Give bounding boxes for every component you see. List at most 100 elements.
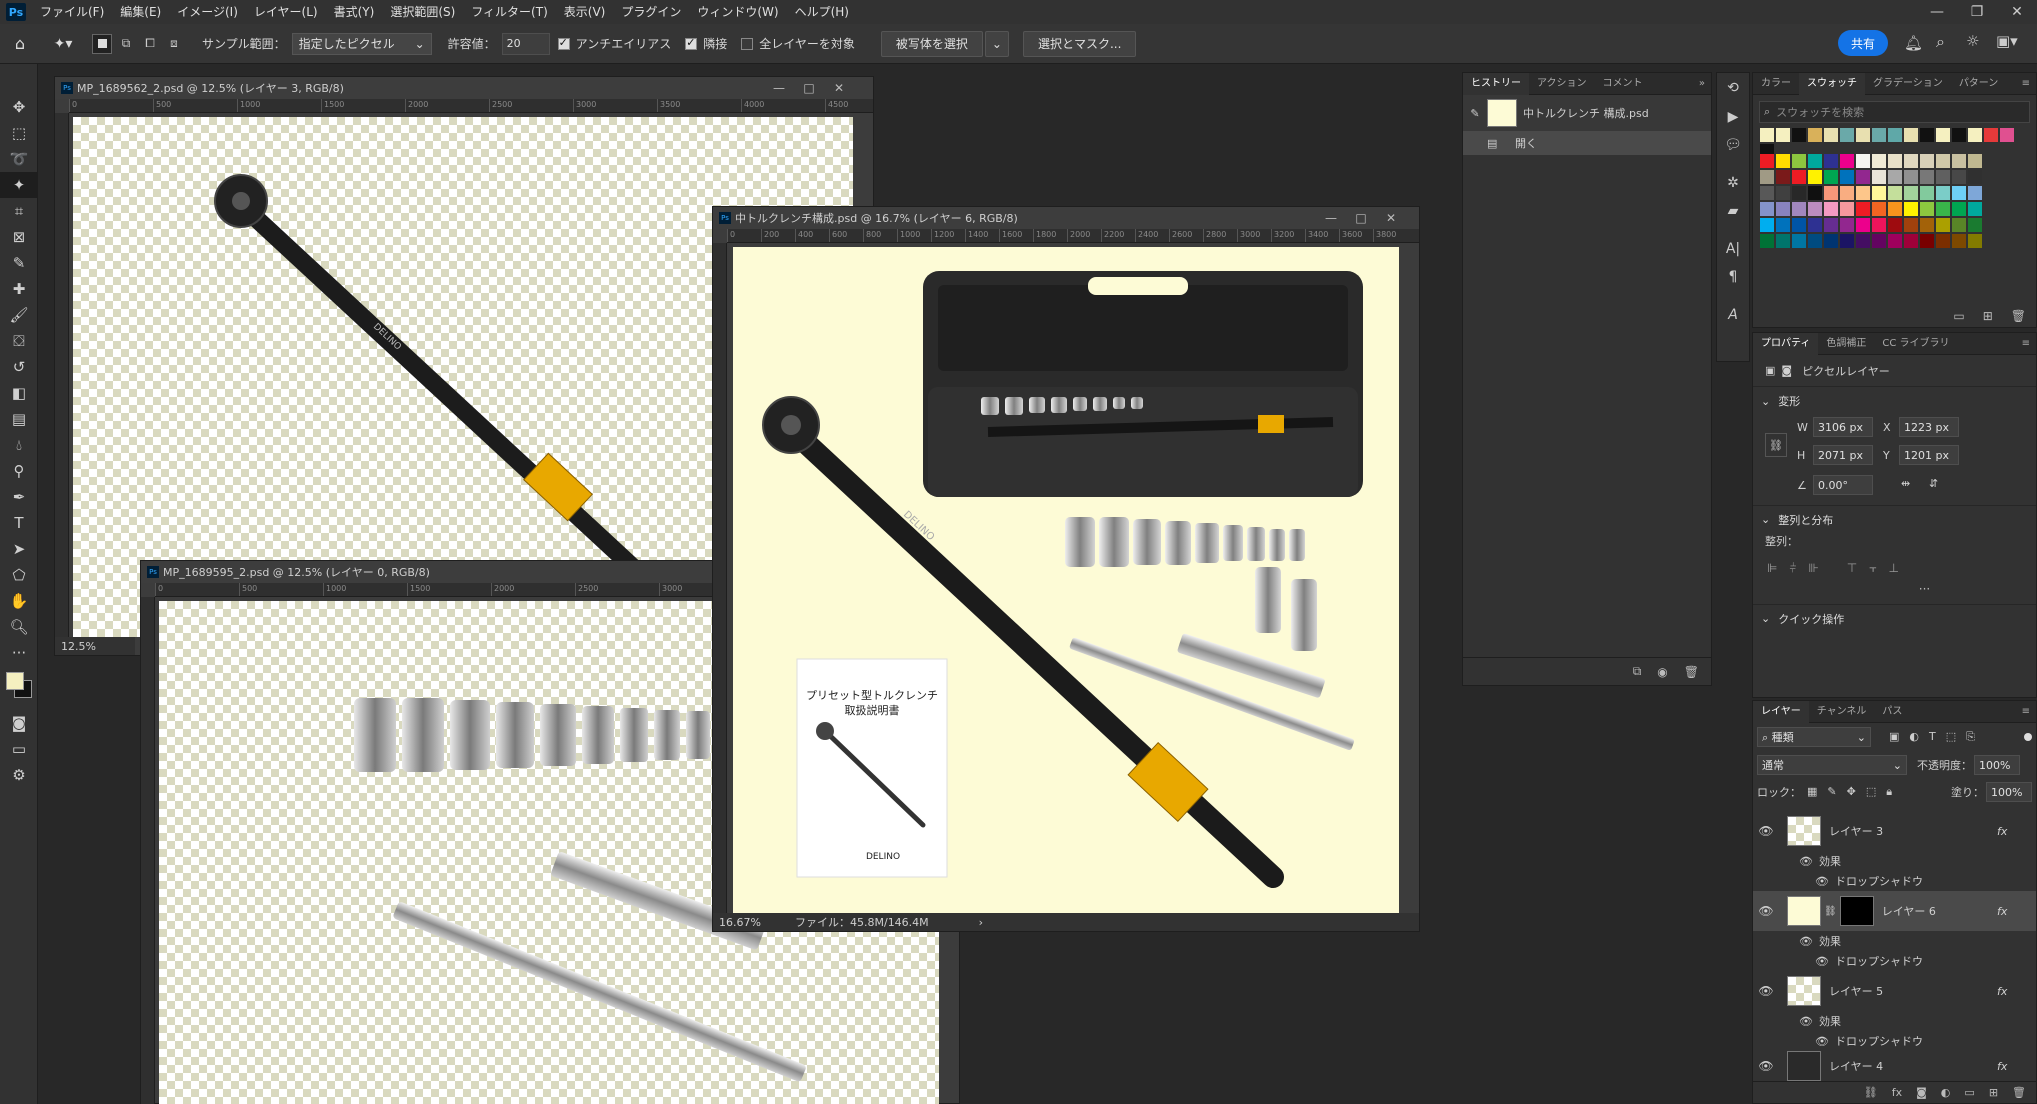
- align-left-icon[interactable]: ⊫: [1767, 561, 1777, 576]
- tab-history[interactable]: ヒストリー: [1463, 72, 1529, 95]
- color-swatch[interactable]: [1776, 234, 1790, 248]
- select-subject-dropdown-icon[interactable]: ⌄: [984, 30, 1009, 57]
- brush-settings-icon[interactable]: ✲: [1717, 169, 1749, 197]
- color-swatch[interactable]: [1872, 234, 1886, 248]
- more-tools-icon[interactable]: ···: [0, 640, 38, 666]
- eyedropper-tool-icon[interactable]: ✎: [0, 250, 38, 276]
- color-swatch[interactable]: [1760, 186, 1774, 200]
- color-swatch[interactable]: [1888, 170, 1902, 184]
- color-swatch[interactable]: [1792, 218, 1806, 232]
- folder-icon[interactable]: ▭: [1953, 309, 1964, 323]
- color-swatch[interactable]: [1920, 154, 1934, 168]
- opacity-input[interactable]: 100%: [1974, 755, 2020, 775]
- width-input[interactable]: 3106 px: [1813, 417, 1873, 437]
- glyphs-panel-icon[interactable]: A: [1717, 301, 1749, 329]
- lock-transparent-icon[interactable]: ▦: [1807, 785, 1817, 799]
- align-section-header[interactable]: ⌄ 整列と分布: [1753, 505, 2036, 533]
- color-swatch[interactable]: [1936, 154, 1950, 168]
- color-swatch[interactable]: [1872, 170, 1886, 184]
- tolerance-input[interactable]: 20: [501, 32, 550, 55]
- effect-eye-icon[interactable]: 👁︎: [1815, 875, 1829, 888]
- flip-horizontal-icon[interactable]: ⇹: [1901, 477, 1910, 490]
- lightbulb-icon[interactable]: ☼: [1966, 32, 1979, 50]
- visibility-eye-icon[interactable]: 👁︎: [1753, 904, 1779, 918]
- color-swatch[interactable]: [1968, 154, 1982, 168]
- paragraph-panel-icon[interactable]: ¶: [1717, 263, 1749, 291]
- drop-shadow-row[interactable]: 👁︎ ドロップシャドウ: [1753, 951, 2036, 971]
- doc1-close-icon[interactable]: ✕: [825, 77, 853, 99]
- color-swatch[interactable]: [1792, 202, 1806, 216]
- actions-play-icon[interactable]: ▶: [1717, 103, 1749, 131]
- recent-swatch[interactable]: [1936, 128, 1950, 142]
- brush-tool-icon[interactable]: 🖌︎: [0, 302, 38, 328]
- color-swatch[interactable]: [1904, 154, 1918, 168]
- new-adjustment-icon[interactable]: ◐: [1941, 1086, 1951, 1099]
- lock-artboard-icon[interactable]: ⬚: [1866, 785, 1876, 799]
- camera-icon[interactable]: ◉: [1657, 665, 1667, 679]
- panel-menu-icon[interactable]: ≡: [2022, 78, 2036, 89]
- tab-swatches[interactable]: スウォッチ: [1799, 72, 1865, 95]
- menu-file[interactable]: ファイル(F): [32, 0, 112, 24]
- tab-comments[interactable]: コメント: [1595, 73, 1651, 95]
- bell-icon[interactable]: 🔔︎: [1904, 34, 1923, 52]
- hand-tool-icon[interactable]: ✋: [0, 588, 38, 614]
- color-swatch[interactable]: [1824, 234, 1838, 248]
- filter-pixel-icon[interactable]: ▣: [1889, 730, 1899, 744]
- layer-effects-row[interactable]: 👁︎ 効果: [1753, 851, 2036, 871]
- doc1-minimize-icon[interactable]: —: [765, 77, 793, 99]
- color-swatch[interactable]: [1904, 218, 1918, 232]
- effect-eye-icon[interactable]: 👁︎: [1799, 855, 1813, 868]
- color-swatch[interactable]: [1952, 218, 1966, 232]
- mask-icon[interactable]: ◙: [1781, 364, 1792, 377]
- blur-tool-icon[interactable]: 💧︎: [0, 432, 38, 458]
- comment-icon[interactable]: 💬︎: [1717, 131, 1749, 159]
- recent-swatch[interactable]: [1904, 128, 1918, 142]
- color-swatch[interactable]: [1856, 154, 1870, 168]
- color-swatch[interactable]: [1824, 186, 1838, 200]
- fx-icon[interactable]: fx: [1997, 1060, 2007, 1073]
- doc3-canvas[interactable]: DELINO プリセット型トルクレンチ 取扱説明書 DELINO: [733, 247, 1399, 913]
- filter-smart-object-icon[interactable]: ⎘: [1966, 730, 1975, 744]
- healing-brush-tool-icon[interactable]: ✚: [0, 276, 38, 302]
- color-swatch[interactable]: [1968, 186, 1982, 200]
- color-swatch[interactable]: [1808, 154, 1822, 168]
- color-swatch[interactable]: [1904, 186, 1918, 200]
- chain-link-icon[interactable]: ⛓: [1824, 906, 1837, 917]
- recent-swatch[interactable]: [1920, 128, 1934, 142]
- color-swatch[interactable]: [1968, 202, 1982, 216]
- color-swatch[interactable]: [1824, 170, 1838, 184]
- layer-row[interactable]: 👁︎ レイヤー 3 fx: [1753, 811, 2036, 851]
- color-swatch[interactable]: [1936, 170, 1950, 184]
- doc3-close-icon[interactable]: ✕: [1377, 207, 1405, 229]
- trash-icon[interactable]: 🗑︎: [2011, 309, 2026, 323]
- swatch-search-input[interactable]: ⌕ スウォッチを検索: [1759, 101, 2030, 123]
- color-swatch[interactable]: [1968, 234, 1982, 248]
- add-mask-icon[interactable]: ◙: [1916, 1086, 1927, 1099]
- gradient-tool-icon[interactable]: ▤: [0, 406, 38, 432]
- align-right-icon[interactable]: ⊪: [1808, 561, 1818, 576]
- layer-row[interactable]: 👁︎ ⛓ レイヤー 6 fx: [1753, 891, 2036, 931]
- document-3-titlebar[interactable]: Ps 中トルクレンチ構成.psd @ 16.7% (レイヤー 6, RGB/8)…: [713, 207, 1419, 229]
- color-swatch[interactable]: [1968, 218, 1982, 232]
- character-panel-icon[interactable]: A|: [1717, 235, 1749, 263]
- select-and-mask-button[interactable]: 選択とマスク...: [1022, 30, 1137, 57]
- color-swatch[interactable]: [1856, 186, 1870, 200]
- color-swatch[interactable]: [1792, 186, 1806, 200]
- status-chevron-right-icon[interactable]: ›: [979, 916, 983, 929]
- filter-shape-icon[interactable]: ⬚: [1946, 730, 1956, 744]
- color-swatch[interactable]: [1872, 186, 1886, 200]
- color-swatch[interactable]: [1936, 218, 1950, 232]
- select-subject-button[interactable]: 被写体を選択: [880, 30, 983, 57]
- add-icon[interactable]: ⊞: [1983, 309, 1993, 323]
- document-window-3[interactable]: Ps 中トルクレンチ構成.psd @ 16.7% (レイヤー 6, RGB/8)…: [712, 206, 1420, 932]
- minimize-window-icon[interactable]: —: [1917, 0, 1957, 24]
- tab-channels[interactable]: チャンネル: [1809, 701, 1875, 723]
- x-input[interactable]: 1223 px: [1899, 417, 1959, 437]
- color-swatch[interactable]: [1936, 234, 1950, 248]
- recent-swatch[interactable]: [2000, 128, 2014, 142]
- frame-tool-icon[interactable]: ⊠: [0, 224, 38, 250]
- color-swatch[interactable]: [1872, 154, 1886, 168]
- layer-kind-select[interactable]: ⌕ 種類 ⌄: [1757, 727, 1871, 747]
- color-swatch[interactable]: [1872, 202, 1886, 216]
- menu-image[interactable]: イメージ(I): [169, 0, 246, 24]
